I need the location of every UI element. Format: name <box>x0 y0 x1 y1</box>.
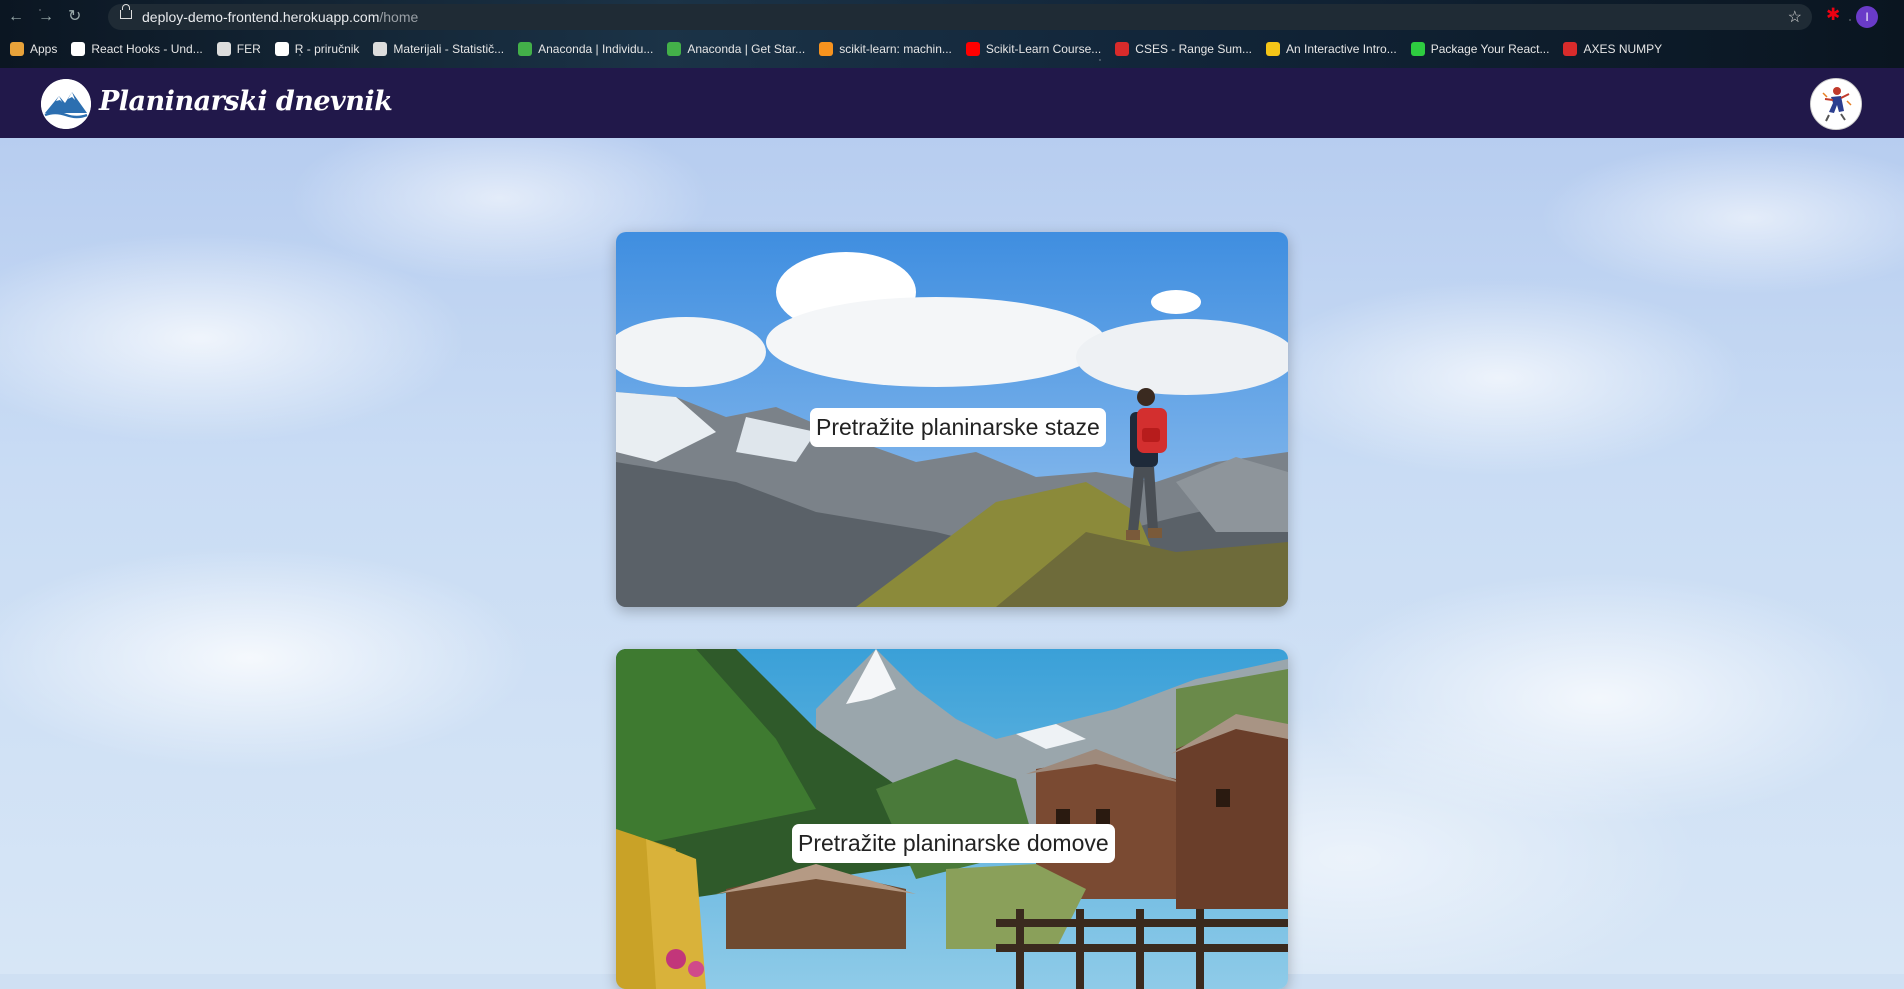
browser-chrome: ← → ↻ deploy-demo-frontend.herokuapp.com… <box>0 0 1904 68</box>
bookmark-label: React Hooks - Und... <box>91 42 203 56</box>
anaconda-icon <box>518 42 533 56</box>
bookmark-item[interactable]: R - priručnik <box>274 42 360 56</box>
bookmark-label: Anaconda | Get Star... <box>687 42 806 56</box>
reload-icon[interactable]: ↻ <box>68 6 81 28</box>
huts-search-label[interactable]: Pretražite planinarske domove <box>792 824 1115 863</box>
bookmarks-bar: Apps React Hooks - Und... FER R - priručnik… <box>0 36 1676 62</box>
bookmark-item[interactable]: scikit-learn: machin... <box>819 42 952 56</box>
bookmark-label: Materijali - Statistič... <box>393 42 505 56</box>
bookmark-item[interactable]: An Interactive Intro... <box>1266 42 1397 56</box>
fer-icon <box>373 42 388 56</box>
trails-search-card[interactable]: Pretražite planinarske staze <box>616 232 1288 607</box>
youtube-icon <box>965 42 980 56</box>
bookmark-item[interactable]: Anaconda | Individu... <box>518 42 653 56</box>
bookmark-star-icon[interactable]: ☆ <box>1788 7 1802 27</box>
back-icon[interactable]: ← <box>8 6 24 28</box>
bookmark-item[interactable]: Anaconda | Get Star... <box>667 42 805 56</box>
cses-icon <box>1115 42 1130 56</box>
trails-search-label[interactable]: Pretražite planinarske staze <box>810 408 1106 447</box>
bookmark-item[interactable]: React Hooks - Und... <box>71 42 203 56</box>
package-icon <box>1410 42 1425 56</box>
anaconda-icon <box>667 42 682 56</box>
lock-icon[interactable] <box>120 4 132 19</box>
bookmark-label: Scikit-Learn Course... <box>985 42 1102 56</box>
huts-search-card[interactable]: Pretražite planinarske domove <box>616 649 1288 989</box>
bookmark-label: R - priručnik <box>294 42 360 56</box>
bookmark-label: Apps <box>30 42 58 56</box>
user-avatar[interactable] <box>1810 78 1862 130</box>
bookmark-label: An Interactive Intro... <box>1286 42 1397 56</box>
medium-icon <box>71 42 86 56</box>
bookmark-label: Anaconda | Individu... <box>538 42 654 56</box>
url-path: /home <box>379 9 419 25</box>
bookmark-label: FER <box>236 42 261 56</box>
brand-title[interactable]: Planinarski dnevnik <box>99 86 393 117</box>
bookmark-item[interactable]: Package Your React... <box>1410 42 1550 56</box>
apps-grid-icon <box>10 42 24 56</box>
bookmark-label: CSES - Range Sum... <box>1135 42 1252 56</box>
url-text[interactable]: deploy-demo-frontend.herokuapp.com/home <box>142 9 418 25</box>
bookmark-item[interactable]: FER <box>216 42 261 56</box>
bookmark-label: scikit-learn: machin... <box>839 42 952 56</box>
bookmark-item[interactable]: AXES NUMPY <box>1563 42 1662 56</box>
bookmark-item[interactable]: CSES - Range Sum... <box>1115 42 1252 56</box>
bookmark-item[interactable]: Scikit-Learn Course... <box>965 42 1102 56</box>
url-host: deploy-demo-frontend.herokuapp.com <box>142 9 380 25</box>
profile-avatar[interactable]: I <box>1856 6 1878 28</box>
mountain-logo-icon[interactable] <box>41 79 91 129</box>
bookmark-label: Package Your React... <box>1430 42 1550 56</box>
fer-icon <box>216 42 231 56</box>
app-navbar: Planinarski dnevnik <box>0 68 1904 138</box>
cses-icon <box>1563 42 1578 56</box>
forward-icon[interactable]: → <box>38 6 54 28</box>
github-icon <box>274 42 289 56</box>
mountain-huts-image <box>616 649 1288 989</box>
address-bar[interactable]: deploy-demo-frontend.herokuapp.com/home … <box>108 4 1812 30</box>
bookmark-item[interactable]: Materijali - Statistič... <box>373 42 504 56</box>
bookmark-label: AXES NUMPY <box>1583 42 1663 56</box>
bookmark-item[interactable]: Apps <box>10 42 57 56</box>
scikit-icon <box>819 42 834 56</box>
browser-nav-buttons: ← → ↻ <box>8 6 81 28</box>
smiley-icon <box>1266 42 1280 56</box>
extensions-puzzle-icon[interactable]: ✱ <box>1826 5 1844 24</box>
